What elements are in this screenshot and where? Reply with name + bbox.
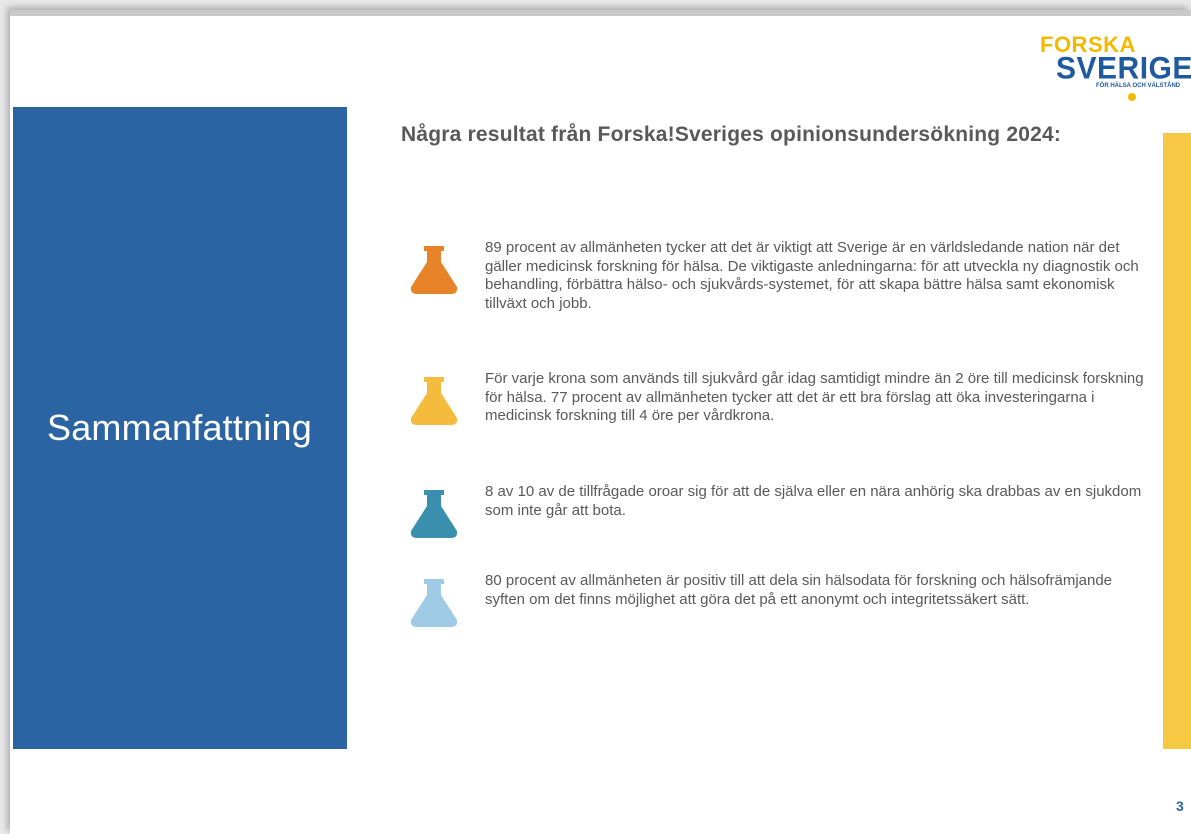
result-text: 89 procent av allmänheten tycker att det…: [485, 239, 1139, 312]
slide-title: Sammanfattning: [47, 407, 312, 448]
flask-icon: [410, 246, 458, 294]
flask-icon: [410, 377, 458, 425]
flask-icon: [410, 490, 458, 538]
result-text: För varje krona som används till sjukvår…: [485, 370, 1144, 424]
logo-line2: SVERIGE: [1056, 51, 1191, 86]
title-panel: Sammanfattning: [13, 107, 347, 749]
logo-tagline: FÖR HÄLSA OCH VÄLSTÅND: [1096, 83, 1181, 89]
slide: FORSKA SVERIGE FÖR HÄLSA OCH VÄLSTÅND Sa…: [10, 10, 1191, 834]
top-border: [10, 10, 1191, 16]
page-number: 3: [1176, 798, 1184, 814]
flask-icon: [410, 579, 458, 627]
section-heading: Några resultat från Forska!Sveriges opin…: [401, 123, 1062, 146]
result-text: 80 procent av allmänheten är positiv til…: [485, 572, 1113, 608]
logo-dot: [1128, 93, 1136, 101]
result-text: 8 av 10 av de tillfrågade oroar sig för …: [485, 483, 1142, 519]
accent-bar: [1163, 133, 1191, 749]
forska-sverige-logo: FORSKA SVERIGE FÖR HÄLSA OCH VÄLSTÅND: [1036, 30, 1191, 102]
